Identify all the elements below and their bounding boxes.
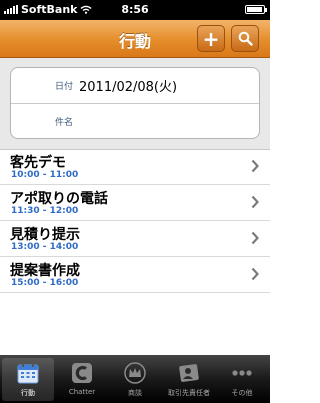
event-title: 見積り提示 [10,227,80,243]
status-bar: SoftBank 8:56 [0,0,270,20]
event-list: 客先デモ 10:00 - 11:00 アポ取りの電話 11:30 - 12:00… [0,149,270,293]
tab-label: Chatter [68,388,96,396]
battery-icon [245,5,267,14]
event-title: 提案書作成 [10,263,80,279]
tab-label: その他 [231,389,253,397]
plus-icon: + [202,26,220,51]
event-time: 15:00 - 16:00 [11,278,79,288]
event-time: 13:00 - 14:00 [11,242,79,252]
date-label: 日付 [54,82,73,92]
list-item[interactable]: 客先デモ 10:00 - 11:00 [0,149,270,185]
tab-label: 商談 [128,389,142,397]
add-button[interactable]: + [197,25,225,52]
tab-events[interactable]: 行動 [2,358,54,401]
tab-more[interactable]: その他 [216,358,268,401]
calendar-icon [17,363,39,384]
tab-contacts[interactable]: 取引先責任者 [163,358,215,401]
chevron-right-icon [251,231,259,245]
event-time: 10:00 - 11:00 [11,170,79,180]
subject-label: 件名 [54,118,73,128]
navigation-bar: 行動 + [0,20,270,58]
tab-opportunities[interactable]: 商談 [109,358,161,401]
subject-row[interactable]: 件名 [11,103,259,138]
date-value[interactable]: 2011/02/08(火) [79,76,177,95]
list-item[interactable]: 見積り提示 13:00 - 14:00 [0,221,270,257]
status-time: 8:56 [121,3,149,16]
event-title: 客先デモ [10,155,66,171]
chevron-right-icon [251,159,259,173]
list-item[interactable]: 提案書作成 15:00 - 16:00 [0,257,270,293]
tab-label: 行動 [21,389,35,397]
tab-chatter[interactable]: Chatter [56,358,108,401]
form-group: 日付 2011/02/08(火) 件名 [10,67,260,139]
tab-label: 取引先責任者 [168,389,210,397]
event-filter-form: 日付 2011/02/08(火) 件名 [0,58,270,150]
search-icon [238,31,253,46]
crown-icon [124,362,146,384]
search-button[interactable] [231,25,259,52]
more-dots-icon [232,370,252,376]
event-title: アポ取りの電話 [10,191,108,207]
chatter-icon [72,363,92,383]
date-row[interactable]: 日付 2011/02/08(火) [11,68,259,103]
tab-bar: 行動 Chatter 商談 取引先責任者 その他 [0,355,270,403]
chevron-right-icon [251,267,259,281]
chevron-right-icon [251,195,259,209]
event-time: 11:30 - 12:00 [11,206,79,216]
page-title: 行動 [118,32,151,51]
list-item[interactable]: アポ取りの電話 11:30 - 12:00 [0,185,270,221]
contact-card-icon [179,364,199,382]
